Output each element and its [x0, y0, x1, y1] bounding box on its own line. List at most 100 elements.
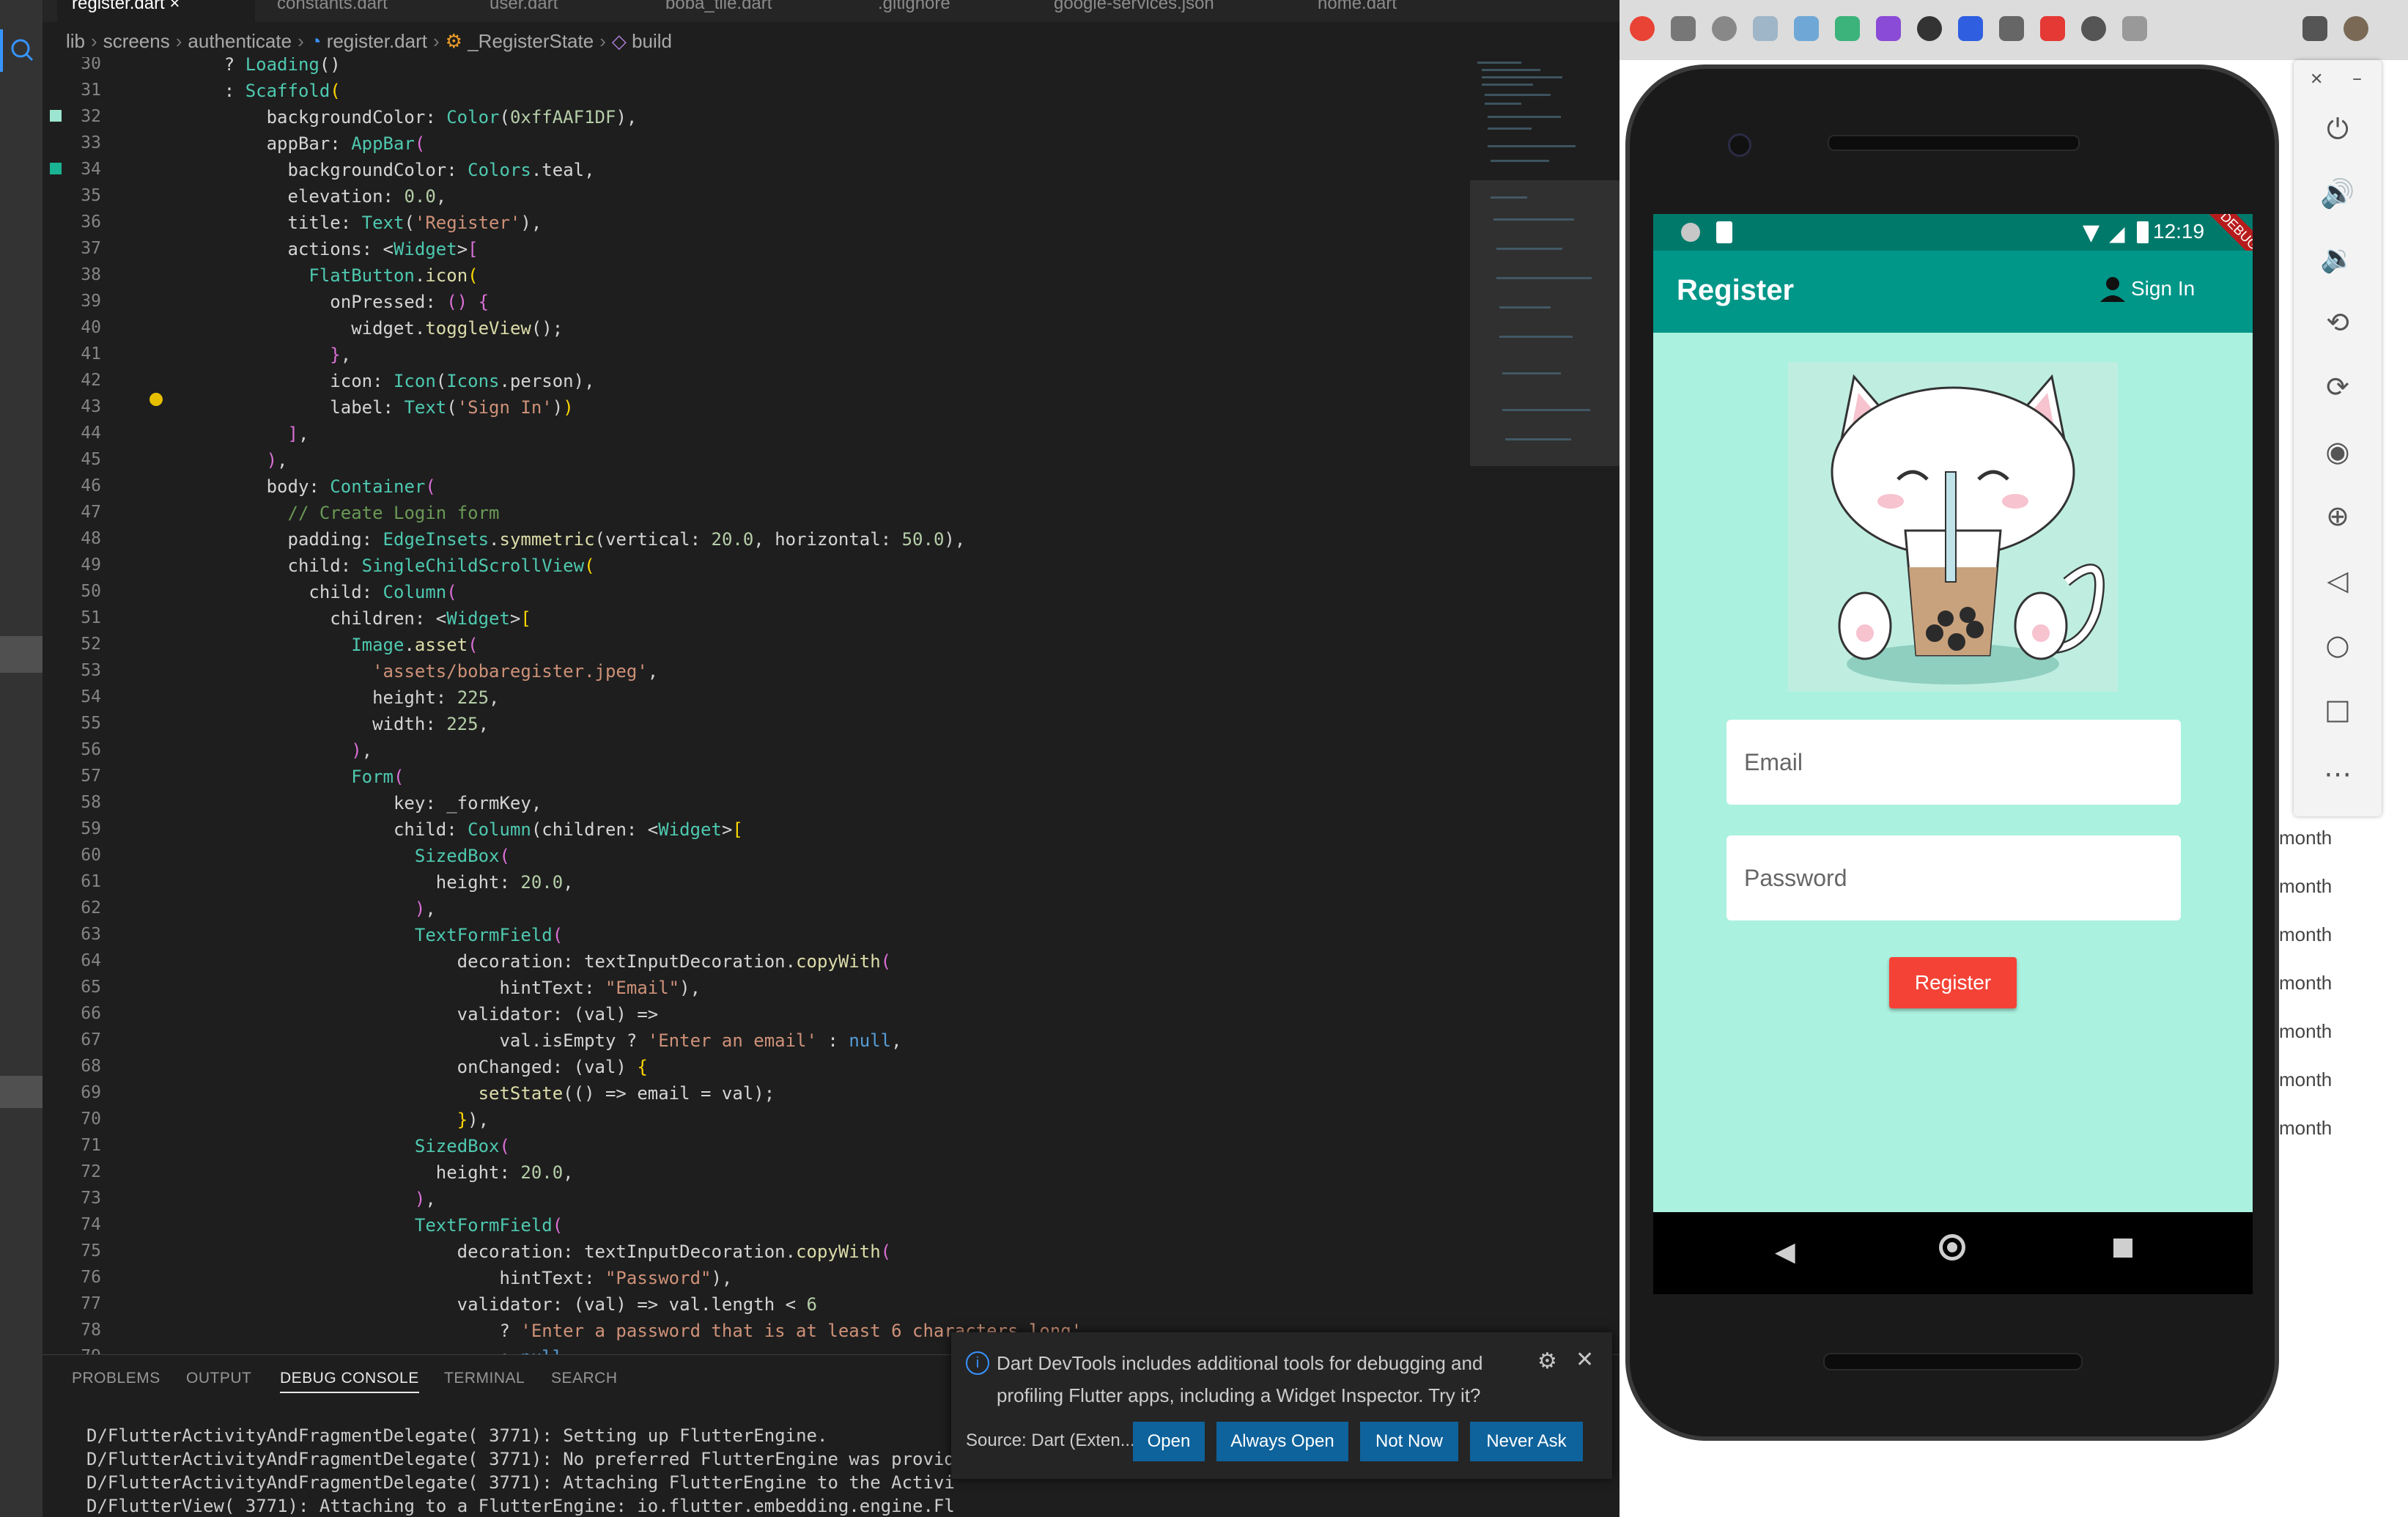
line-number: 61: [81, 872, 101, 891]
sign-in-button[interactable]: [2100, 276, 2125, 308]
line-number: 44: [81, 424, 101, 443]
home-icon[interactable]: [1939, 1234, 1965, 1261]
zoom-icon[interactable]: ⊕: [2320, 498, 2355, 534]
tab-boba-tile-dart[interactable]: boba_tile.dart: [665, 0, 772, 22]
open-button[interactable]: Open: [1133, 1422, 1205, 1461]
code-line: icon: Icon(Icons.person),: [182, 371, 595, 391]
extension-icon[interactable]: [2081, 16, 2106, 41]
code-line: appBar: AppBar(: [182, 133, 426, 154]
code-line: ),: [351, 740, 373, 761]
rotate-right-icon[interactable]: ⟳: [2320, 369, 2355, 405]
minimize-icon[interactable]: –: [2352, 67, 2362, 89]
recents-icon[interactable]: [2113, 1239, 2132, 1258]
tab-constants-dart[interactable]: constants.dart: [277, 0, 388, 22]
line-number: 59: [81, 819, 101, 838]
code-line: ),: [266, 450, 288, 470]
line-number: 74: [81, 1215, 101, 1234]
volume-down-icon[interactable]: 🔉: [2320, 240, 2355, 276]
tab-user-dart[interactable]: user.dart: [490, 0, 558, 22]
code-line: validator: (val) =>: [182, 1004, 659, 1025]
line-number: 30: [81, 57, 101, 73]
cast-icon[interactable]: [2302, 16, 2327, 41]
tab-gitignore[interactable]: .gitignore: [878, 0, 950, 22]
list-item: month: [2279, 972, 2333, 994]
android-nav-bar: ◀: [1653, 1212, 2253, 1294]
notification-source: Source: Dart (Exten...: [966, 1431, 1135, 1450]
back-icon[interactable]: ◀: [1775, 1237, 1795, 1267]
tab-register-dart[interactable]: register.dart ×: [57, 0, 255, 22]
breadcrumb: lib › screens › authenticate › ◔ register.dart…: [66, 30, 673, 52]
code-line: : Scaffold(: [182, 81, 341, 101]
never-ask-button[interactable]: Never Ask: [1470, 1422, 1583, 1461]
breadcrumb-item[interactable]: _RegisterState: [468, 30, 594, 52]
code-editor[interactable]: 30 31 32 33 34 35 36 37 38 39 40 41 42 4…: [43, 57, 1620, 1354]
app-bar: Register Sign In: [1653, 251, 2253, 333]
close-icon[interactable]: ✕: [2310, 70, 2323, 89]
extension-icon[interactable]: [1753, 16, 1778, 41]
tab-problems[interactable]: PROBLEMS: [72, 1370, 160, 1387]
breadcrumb-item[interactable]: authenticate: [188, 30, 292, 52]
extension-icon[interactable]: [1630, 16, 1655, 41]
extension-icon[interactable]: [1999, 16, 2024, 41]
overview-icon[interactable]: □: [2320, 692, 2355, 727]
code-line: width: 225,: [182, 714, 490, 734]
code-line: key: _formKey,: [182, 793, 542, 813]
extension-icon[interactable]: [1794, 16, 1819, 41]
tab-search[interactable]: SEARCH: [551, 1370, 618, 1387]
gear-icon[interactable]: ⚙: [1537, 1348, 1557, 1374]
extension-icon[interactable]: [1917, 16, 1942, 41]
home-icon[interactable]: ○: [2320, 627, 2355, 662]
more-icon[interactable]: ⋯: [2320, 756, 2355, 791]
breadcrumb-item[interactable]: build: [632, 30, 672, 52]
sign-in-label[interactable]: Sign In: [2131, 277, 2195, 300]
tab-output[interactable]: OUTPUT: [186, 1370, 251, 1387]
tab-debug-console[interactable]: DEBUG CONSOLE: [280, 1370, 419, 1393]
not-now-button[interactable]: Not Now: [1360, 1422, 1458, 1461]
minimap[interactable]: [1470, 57, 1620, 468]
tab-terminal[interactable]: TERMINAL: [444, 1370, 525, 1387]
extension-icon[interactable]: [2122, 16, 2147, 41]
tab-home-dart[interactable]: home.dart: [1318, 0, 1397, 22]
line-number: 58: [81, 793, 101, 812]
extension-icon[interactable]: [1712, 16, 1737, 41]
code-line: elevation: 0.0,: [182, 186, 447, 207]
back-icon[interactable]: ◁: [2320, 563, 2355, 598]
email-field[interactable]: Email: [1726, 720, 2181, 805]
extension-icon[interactable]: [1835, 16, 1860, 41]
extension-icon[interactable]: [2040, 16, 2065, 41]
code-line: },: [330, 344, 352, 365]
avatar[interactable]: [2344, 16, 2368, 41]
password-field[interactable]: Password: [1726, 835, 2181, 920]
code-line: ],: [287, 424, 309, 444]
extension-icon[interactable]: [1876, 16, 1901, 41]
always-open-button[interactable]: Always Open: [1216, 1422, 1348, 1461]
rotate-left-icon[interactable]: ⟲: [2320, 305, 2355, 340]
power-icon[interactable]: ⏻: [2320, 111, 2355, 147]
extension-icon[interactable]: [1671, 16, 1696, 41]
breadcrumb-item[interactable]: register.dart: [327, 30, 427, 52]
extension-icon[interactable]: [1958, 16, 1983, 41]
phone-speaker: [1828, 135, 2080, 151]
volume-up-icon[interactable]: 🔊: [2320, 176, 2355, 211]
register-button[interactable]: Register: [1889, 957, 2017, 1008]
code-line: backgroundColor: Colors.teal,: [182, 160, 595, 180]
close-icon[interactable]: ✕: [1576, 1347, 1594, 1373]
code-line: ? 'Enter a password that is at least 6 c…: [182, 1321, 1082, 1341]
code-line: 'assets/bobaregister.jpeg',: [372, 661, 659, 682]
search-activity-icon[interactable]: [0, 29, 43, 72]
code-line: validator: (val) => val.length < 6: [182, 1294, 817, 1315]
breadcrumb-item[interactable]: lib: [66, 30, 85, 52]
line-number: 65: [81, 978, 101, 997]
status-icon: [1681, 223, 1700, 242]
tab-google-services[interactable]: google-services.json: [1054, 0, 1214, 22]
activity-selection: [0, 1076, 43, 1108]
camera-icon[interactable]: ◉: [2320, 434, 2355, 469]
code-line: children: <Widget>[: [182, 608, 531, 629]
lightbulb-icon[interactable]: [149, 393, 163, 406]
person-icon: [2100, 277, 2125, 302]
console-line: D/FlutterView( 3771): Attaching to a Flu…: [86, 1496, 955, 1516]
breadcrumb-item[interactable]: screens: [103, 30, 170, 52]
line-number: 48: [81, 529, 101, 548]
code-line: }),: [457, 1110, 490, 1130]
line-number: 52: [81, 635, 101, 654]
